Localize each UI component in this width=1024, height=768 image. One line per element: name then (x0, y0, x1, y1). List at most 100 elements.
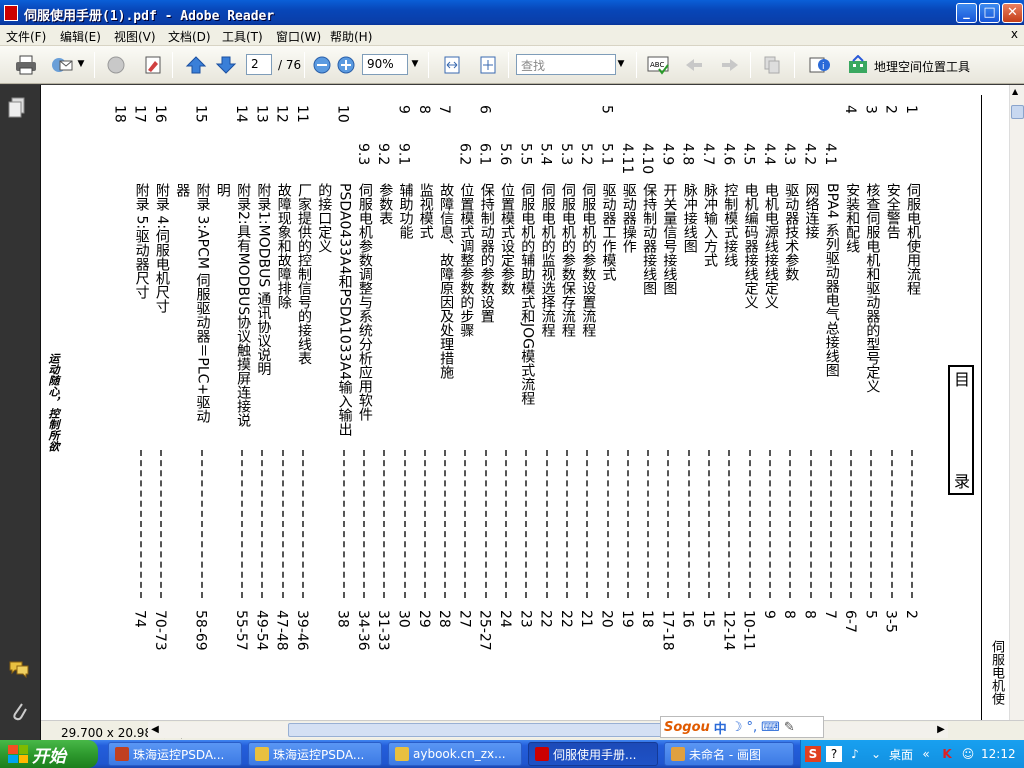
help-tray-icon[interactable]: ? (826, 746, 842, 762)
toc-row[interactable]: 5.3 伺服电机的参数保存流程 22 (558, 85, 578, 720)
toc-row[interactable]: 9 9.1 辅助功能 30 (396, 85, 416, 720)
print-icon[interactable] (14, 53, 38, 77)
fit-width-icon[interactable] (440, 53, 464, 77)
menu-file[interactable]: 文件(F) (6, 28, 46, 45)
toc-row[interactable]: 5.4 伺服电机的监视选择流程 22 (538, 85, 558, 720)
back-view-icon[interactable] (682, 53, 706, 77)
pages-icon[interactable] (8, 97, 28, 119)
toc-row[interactable]: 5.5 伺服电机的辅助模式和JOG模式流程 23 (517, 85, 537, 720)
toc-row[interactable]: 4.8 脉冲接线图 16 (680, 85, 700, 720)
toc-row[interactable]: 明 (213, 85, 233, 720)
ime-toolbar[interactable]: Sogou 中 ☽ °, ⌨ ✎ (660, 716, 824, 738)
task-paint[interactable]: 未命名 - 画图 (664, 742, 794, 766)
toc-row[interactable]: 4.3 驱动器技术参数 8 (781, 85, 801, 720)
toc-row[interactable]: 的接口定义 (314, 85, 334, 720)
close-button[interactable]: ✕ (1002, 3, 1023, 23)
page-number-input[interactable]: 2 (246, 54, 272, 75)
tray-back-icon[interactable]: « (918, 746, 934, 762)
ime-mode[interactable]: 中 (714, 718, 727, 737)
toc-row[interactable]: 器 (172, 85, 192, 720)
forward-view-icon[interactable] (718, 53, 742, 77)
scroll-left-icon[interactable]: ◀ (148, 722, 162, 738)
geospatial-icon[interactable] (846, 53, 870, 77)
zoom-input[interactable]: 90% (362, 54, 408, 75)
properties-icon[interactable]: i (808, 53, 832, 77)
menu-tools[interactable]: 工具(T) (222, 28, 263, 45)
menu-view[interactable]: 视图(V) (114, 28, 156, 45)
toc-row[interactable]: 4.1 BPA4 系列驱动器电气总接线图 7 (822, 85, 842, 720)
toc-row[interactable]: 2 安全警告 3-5 (883, 85, 903, 720)
toc-row[interactable]: 5.2 伺服电机的参数设置流程 21 (578, 85, 598, 720)
zoom-dropdown-icon[interactable]: ▼ (408, 54, 422, 75)
collaborate-icon[interactable] (104, 53, 128, 77)
toc-row[interactable]: 4.9 开关量信号接线图 17-18 (659, 85, 679, 720)
sign-icon[interactable] (142, 53, 166, 77)
toc-row[interactable]: 10 PSDA0433A4和PSDA1033A4输入输出 38 (335, 85, 355, 720)
toc-row[interactable]: 9.2 参数表 31-33 (375, 85, 395, 720)
toc-row[interactable]: 1 伺服电机使用流程 2 (903, 85, 923, 720)
next-page-icon[interactable] (214, 53, 238, 77)
toc-row[interactable]: 6 6.1 保持制动器的参数设置 25-27 (477, 85, 497, 720)
toc-row[interactable]: 4.4 电机电源线接线定义 9 (761, 85, 781, 720)
toc-row[interactable]: 7 故障信息、故障原因及处理措施 28 (436, 85, 456, 720)
title-bar[interactable]: 伺服使用手册(1).pdf - Adobe Reader _ □ ✕ (0, 0, 1024, 25)
toc-row[interactable]: 6.2 位置模式调整参数的步骤 27 (456, 85, 476, 720)
minimize-button[interactable]: _ (956, 3, 977, 23)
tools-icon[interactable]: ✎ (784, 720, 795, 735)
toc-row[interactable]: 4 安装和配线 6-7 (842, 85, 862, 720)
email-dropdown-icon[interactable]: ▼ (74, 54, 88, 75)
menu-help[interactable]: 帮助(H) (330, 28, 372, 45)
task-wps[interactable]: 珠海运控PSDA... (108, 742, 242, 766)
toc-row[interactable]: 11 厂家提供的控制信号的接线表 39-46 (294, 85, 314, 720)
toc-row[interactable]: 4.11 驱动器操作 19 (619, 85, 639, 720)
toc-row[interactable]: 4.7 脉冲输入方式 15 (700, 85, 720, 720)
spell-check-icon[interactable]: ABC (646, 53, 670, 77)
task-folder-2[interactable]: aybook.cn_zx... (388, 742, 522, 766)
previous-page-icon[interactable] (184, 53, 208, 77)
task-adobe-reader[interactable]: 伺服使用手册... (528, 742, 658, 766)
volume-icon[interactable]: ♪ (847, 746, 863, 762)
toc-row[interactable]: 12 故障现象和故障排除 47-48 (274, 85, 294, 720)
maximize-button[interactable]: □ (979, 3, 1000, 23)
scroll-right-icon[interactable]: ▶ (934, 722, 948, 738)
document-close-button[interactable]: x (1011, 27, 1018, 41)
find-input[interactable]: 查找 (516, 54, 616, 75)
toc-row[interactable]: 4.5 电机编码器接线定义 10-11 (741, 85, 761, 720)
toc-row[interactable]: 5.6 位置模式设定参数 24 (497, 85, 517, 720)
comments-icon[interactable] (8, 660, 30, 682)
toc-row[interactable]: 4.2 网络连接 8 (802, 85, 822, 720)
toc-row[interactable]: 17 附录 5:驱动器尺寸 74 (132, 85, 152, 720)
geospatial-tool-label[interactable]: 地理空间位置工具 (874, 58, 970, 75)
keyboard-icon[interactable]: ⌨ (761, 720, 780, 735)
menu-document[interactable]: 文档(D) (168, 28, 211, 45)
zoom-in-icon[interactable] (334, 53, 358, 77)
email-icon[interactable] (50, 53, 74, 77)
desktop-label[interactable]: 桌面 (889, 746, 913, 763)
antivirus-icon[interactable]: K (939, 746, 955, 762)
zoom-out-icon[interactable] (310, 53, 334, 77)
menu-window[interactable]: 窗口(W) (276, 28, 321, 45)
toc-row[interactable]: 13 附录1:MODBUS 通讯协议说明 49-54 (253, 85, 273, 720)
fit-page-icon[interactable] (476, 53, 500, 77)
start-button[interactable]: 开始 (0, 740, 98, 768)
document-view[interactable]: 1 伺服电机使用流程 2 2 安全警告 3-5 3 核查伺服电机和驱动器的型号定义 5 4 安装和配… (41, 85, 1009, 720)
toc-row[interactable]: 5 5.1 驱动器工作模式 20 (599, 85, 619, 720)
find-dropdown-icon[interactable]: ▼ (614, 54, 628, 75)
toc-row[interactable]: 14 附录2:具有MODBUS协议触摸屏连接说 55-57 (233, 85, 253, 720)
toc-row[interactable]: 15 附录 3:APCM 伺服驱动器＝PLC+驱动 58-69 (193, 85, 213, 720)
sogou-tray-icon[interactable]: S (805, 746, 821, 762)
toc-row[interactable]: 3 核查伺服电机和驱动器的型号定义 5 (862, 85, 882, 720)
vertical-scroll-thumb[interactable] (1011, 105, 1024, 119)
horizontal-scrollbar[interactable]: ◀ ▶ (148, 722, 948, 738)
toc-row[interactable]: 4.10 保持制动器接线图 18 (639, 85, 659, 720)
moon-icon[interactable]: ☽ (731, 720, 743, 735)
toc-row[interactable]: 16 附录 4:伺服电机尺寸 70-73 (152, 85, 172, 720)
attachments-icon[interactable] (10, 700, 28, 727)
toc-row[interactable]: 8 监视模式 29 (416, 85, 436, 720)
user-icon[interactable]: ☺ (960, 746, 976, 762)
toc-row[interactable]: 4.6 控制模式接线 12-14 (720, 85, 740, 720)
toc-row[interactable]: 9.3 伺服电机参数调整与系统分析应用软件 34-36 (355, 85, 375, 720)
page-layout-icon[interactable] (760, 53, 784, 77)
expand-tray-icon[interactable]: ⌄ (868, 746, 884, 762)
punctuation-icon[interactable]: °, (746, 720, 757, 735)
